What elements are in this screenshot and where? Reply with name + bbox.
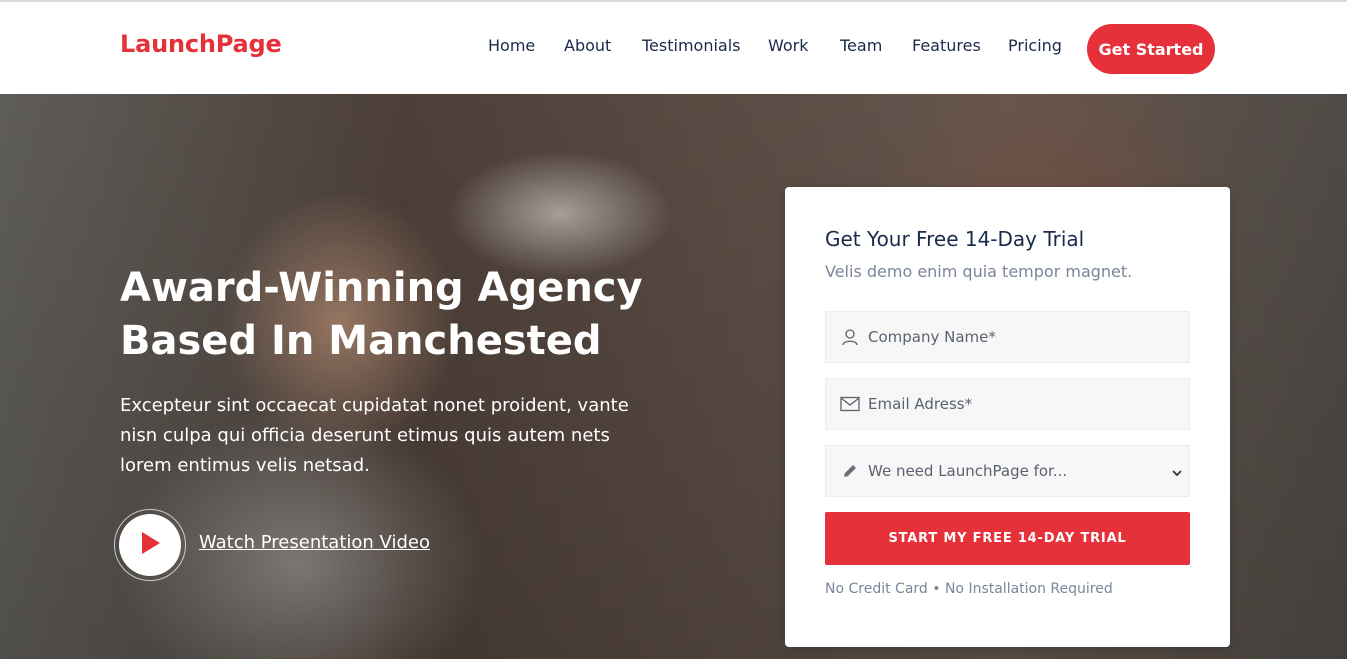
start-trial-button[interactable]: START MY FREE 14-DAY TRIAL xyxy=(825,512,1190,565)
hero-title-line-1: Award-Winning Agency xyxy=(120,265,643,311)
watch-presentation-link[interactable]: Watch Presentation Video xyxy=(199,532,430,553)
need-select[interactable]: We need LaunchPage for... xyxy=(825,445,1190,497)
form-note: No Credit Card • No Installation Require… xyxy=(825,581,1113,597)
nav-item-pricing[interactable]: Pricing xyxy=(1008,36,1062,55)
email-field[interactable]: Email Adress* xyxy=(825,378,1190,430)
nav-item-about[interactable]: About xyxy=(564,36,611,55)
nav-item-features[interactable]: Features xyxy=(912,36,981,55)
hero-title-line-2: Based In Manchested xyxy=(120,318,602,364)
form-title: Get Your Free 14-Day Trial xyxy=(825,227,1085,251)
need-select-value: We need LaunchPage for... xyxy=(868,462,1068,480)
play-icon xyxy=(137,530,163,560)
play-button-ring[interactable] xyxy=(114,509,186,581)
play-button[interactable] xyxy=(119,514,181,576)
form-subtitle: Velis demo enim quia tempor magnet. xyxy=(825,262,1133,281)
chevron-down-icon xyxy=(1171,464,1183,483)
nav-item-team[interactable]: Team xyxy=(840,36,882,55)
brand-logo[interactable]: LaunchPage xyxy=(120,30,282,58)
company-name-placeholder: Company Name* xyxy=(868,328,996,346)
trial-form-card: Get Your Free 14-Day Trial Velis demo en… xyxy=(785,187,1230,647)
nav-item-home[interactable]: Home xyxy=(488,36,535,55)
hero-description: Excepteur sint occaecat cupidatat nonet … xyxy=(120,395,629,476)
email-placeholder: Email Adress* xyxy=(868,395,973,413)
nav-item-work[interactable]: Work xyxy=(768,36,809,55)
envelope-icon xyxy=(838,392,862,416)
get-started-button[interactable]: Get Started xyxy=(1087,24,1215,74)
nav-item-testimonials[interactable]: Testimonials xyxy=(642,36,741,55)
pencil-icon xyxy=(838,459,862,483)
company-name-field[interactable]: Company Name* xyxy=(825,311,1190,363)
site-header: LaunchPage Home About Testimonials Work … xyxy=(0,2,1347,94)
hero-title: Award-Winning Agency Based In Manchested xyxy=(120,262,720,368)
user-icon xyxy=(838,325,862,349)
